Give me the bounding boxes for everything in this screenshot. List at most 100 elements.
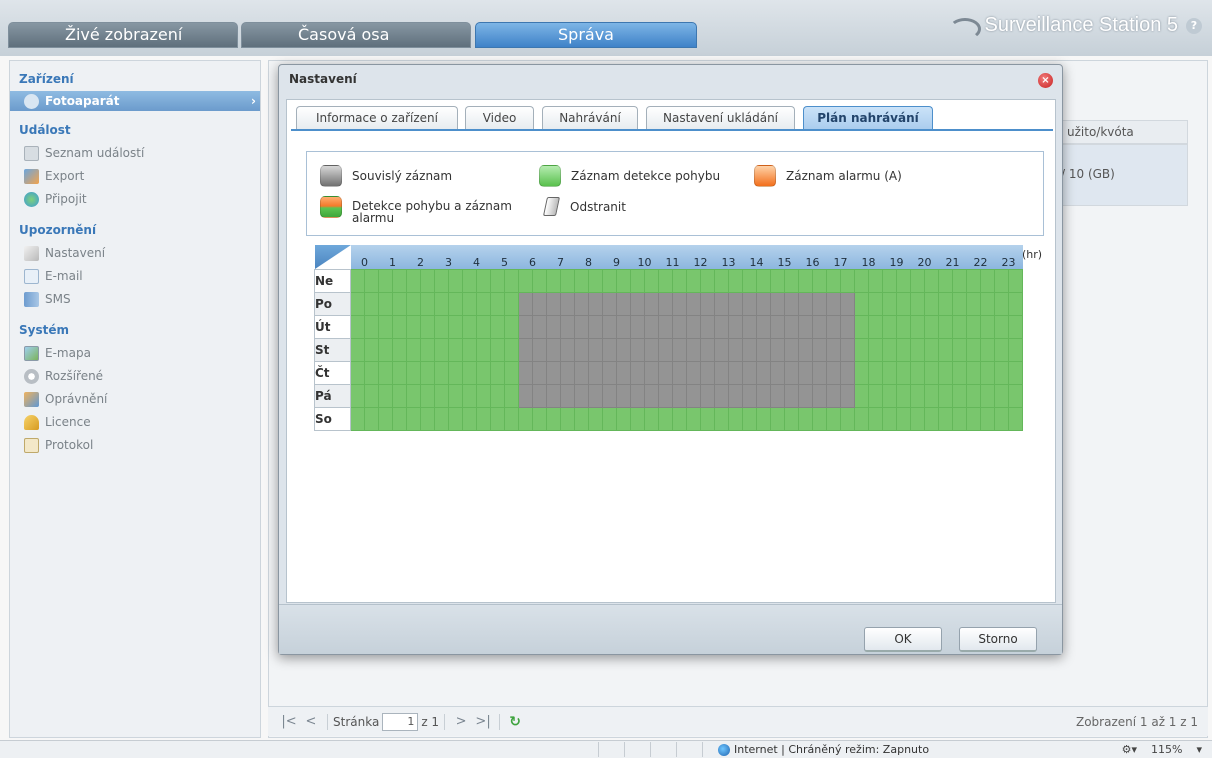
schedule-cell-motion[interactable]	[938, 314, 953, 339]
schedule-cell-continuous[interactable]	[560, 383, 575, 408]
schedule-cell-motion[interactable]	[644, 406, 659, 431]
schedule-cell-motion[interactable]	[462, 314, 477, 339]
schedule-cell-motion[interactable]	[952, 291, 967, 316]
schedule-cell-motion[interactable]	[910, 406, 925, 431]
last-page-icon[interactable]: >|	[472, 714, 494, 729]
hour-header[interactable]: 3	[434, 245, 463, 269]
schedule-cell-continuous[interactable]	[686, 383, 701, 408]
schedule-cell-motion[interactable]	[434, 337, 449, 362]
schedule-cell-motion[interactable]	[392, 383, 407, 408]
schedule-cell-continuous[interactable]	[644, 314, 659, 339]
hour-header[interactable]: 13	[714, 245, 743, 269]
schedule-cell-continuous[interactable]	[784, 337, 799, 362]
schedule-cell-motion[interactable]	[378, 337, 393, 362]
schedule-cell-motion[interactable]	[868, 360, 883, 385]
schedule-cell-motion[interactable]	[504, 383, 519, 408]
schedule-cell-continuous[interactable]	[700, 360, 715, 385]
schedule-cell-motion[interactable]	[756, 268, 771, 293]
schedule-cell-continuous[interactable]	[784, 360, 799, 385]
schedule-cell-continuous[interactable]	[574, 337, 589, 362]
tab-device-info[interactable]: Informace o zařízení	[296, 106, 458, 130]
schedule-cell-motion[interactable]	[504, 268, 519, 293]
schedule-cell-motion[interactable]	[364, 314, 379, 339]
schedule-cell-motion[interactable]	[406, 406, 421, 431]
schedule-cell-continuous[interactable]	[546, 383, 561, 408]
schedule-cell-motion[interactable]	[364, 406, 379, 431]
schedule-cell-continuous[interactable]	[714, 291, 729, 316]
schedule-cell-motion[interactable]	[476, 337, 491, 362]
day-header[interactable]: Pá	[314, 383, 351, 408]
zoom-level[interactable]: 115%	[1151, 743, 1182, 756]
schedule-cell-continuous[interactable]	[798, 337, 813, 362]
schedule-cell-motion[interactable]	[994, 406, 1009, 431]
schedule-cell-motion[interactable]	[630, 406, 645, 431]
schedule-cell-motion[interactable]	[882, 268, 897, 293]
ok-button[interactable]: OK	[864, 627, 942, 652]
tab-storage-settings[interactable]: Nastavení ukládání	[646, 106, 795, 130]
chevron-down-icon[interactable]: ▾	[1196, 743, 1202, 756]
schedule-cell-continuous[interactable]	[518, 291, 533, 316]
schedule-cell-motion[interactable]	[462, 406, 477, 431]
schedule-cell-continuous[interactable]	[826, 291, 841, 316]
schedule-cell-motion[interactable]	[350, 314, 365, 339]
hour-header[interactable]: 5	[490, 245, 519, 269]
schedule-cell-motion[interactable]	[1008, 337, 1023, 362]
schedule-cell-continuous[interactable]	[826, 383, 841, 408]
schedule-cell-continuous[interactable]	[518, 314, 533, 339]
schedule-cell-continuous[interactable]	[742, 360, 757, 385]
schedule-cell-continuous[interactable]	[686, 337, 701, 362]
schedule-cell-continuous[interactable]	[532, 314, 547, 339]
sidebar-item-mount[interactable]: Připojit	[10, 188, 260, 211]
schedule-cell-continuous[interactable]	[602, 291, 617, 316]
schedule-cell-motion[interactable]	[406, 337, 421, 362]
schedule-cell-motion[interactable]	[980, 337, 995, 362]
help-icon[interactable]: ?	[1186, 17, 1202, 34]
schedule-cell-motion[interactable]	[546, 406, 561, 431]
schedule-cell-motion[interactable]	[896, 268, 911, 293]
schedule-cell-motion[interactable]	[924, 337, 939, 362]
schedule-cell-motion[interactable]	[994, 291, 1009, 316]
hour-header[interactable]: 23	[994, 245, 1023, 269]
schedule-cell-motion[interactable]	[644, 268, 659, 293]
schedule-cell-motion[interactable]	[840, 406, 855, 431]
schedule-cell-motion[interactable]	[882, 383, 897, 408]
schedule-cell-continuous[interactable]	[672, 360, 687, 385]
schedule-cell-motion[interactable]	[952, 314, 967, 339]
schedule-cell-continuous[interactable]	[518, 360, 533, 385]
schedule-cell-motion[interactable]	[994, 268, 1009, 293]
hour-header[interactable]: 7	[546, 245, 575, 269]
schedule-cell-continuous[interactable]	[840, 360, 855, 385]
schedule-cell-motion[interactable]	[476, 314, 491, 339]
schedule-cell-motion[interactable]	[350, 291, 365, 316]
schedule-cell-continuous[interactable]	[686, 314, 701, 339]
schedule-cell-continuous[interactable]	[812, 360, 827, 385]
schedule-cell-motion[interactable]	[938, 291, 953, 316]
schedule-cell-motion[interactable]	[980, 291, 995, 316]
schedule-cell-continuous[interactable]	[518, 337, 533, 362]
schedule-cell-continuous[interactable]	[644, 360, 659, 385]
schedule-cell-motion[interactable]	[854, 406, 869, 431]
schedule-cell-motion[interactable]	[420, 383, 435, 408]
schedule-cell-continuous[interactable]	[700, 383, 715, 408]
schedule-cell-motion[interactable]	[924, 314, 939, 339]
schedule-cell-continuous[interactable]	[728, 360, 743, 385]
schedule-cell-motion[interactable]	[518, 406, 533, 431]
schedule-cell-continuous[interactable]	[826, 314, 841, 339]
schedule-cell-continuous[interactable]	[798, 291, 813, 316]
schedule-cell-motion[interactable]	[924, 406, 939, 431]
schedule-cell-continuous[interactable]	[714, 360, 729, 385]
schedule-cell-continuous[interactable]	[672, 337, 687, 362]
schedule-cell-motion[interactable]	[658, 268, 673, 293]
schedule-cell-motion[interactable]	[364, 291, 379, 316]
schedule-cell-motion[interactable]	[1008, 291, 1023, 316]
schedule-cell-motion[interactable]	[350, 360, 365, 385]
day-header[interactable]: St	[314, 337, 351, 362]
schedule-cell-motion[interactable]	[406, 314, 421, 339]
schedule-cell-motion[interactable]	[434, 360, 449, 385]
schedule-cell-motion[interactable]	[378, 406, 393, 431]
day-header[interactable]: Út	[314, 314, 351, 339]
schedule-cell-motion[interactable]	[420, 360, 435, 385]
schedule-cell-continuous[interactable]	[742, 383, 757, 408]
schedule-cell-continuous[interactable]	[714, 337, 729, 362]
schedule-cell-motion[interactable]	[672, 268, 687, 293]
